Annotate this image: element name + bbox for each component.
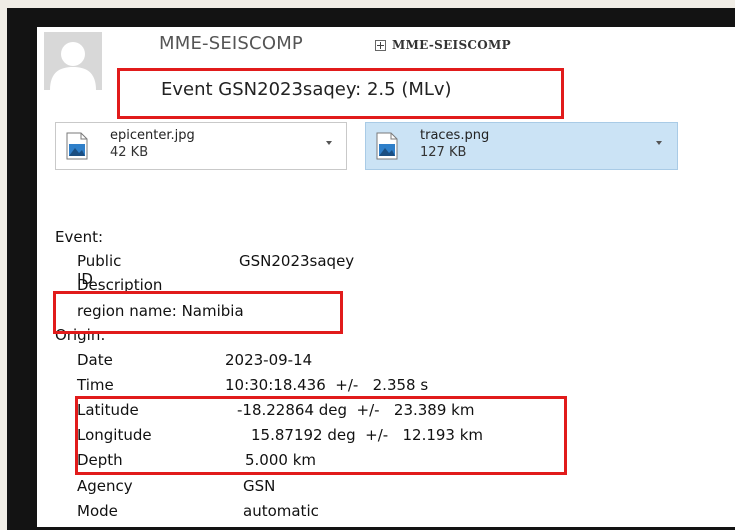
latitude-value: -18.22864 deg +/- 23.389 km <box>237 401 475 419</box>
depth-value: 5.000 km <box>245 451 317 469</box>
expand-plus-icon[interactable] <box>375 39 386 51</box>
region-line: region name: Namibia <box>77 302 244 320</box>
mode-value: automatic <box>243 502 319 520</box>
sender-name[interactable]: MME-SEISCOMP <box>159 33 303 54</box>
image-file-icon <box>66 132 88 160</box>
time-label: Time <box>77 376 114 394</box>
date-value: 2023-09-14 <box>225 351 313 369</box>
sender-avatar-icon[interactable] <box>44 32 102 90</box>
origin-heading: Origin: <box>55 326 106 344</box>
depth-label: Depth <box>77 451 123 469</box>
longitude-value: 15.87192 deg +/- 12.193 km <box>251 426 484 444</box>
longitude-label: Longitude <box>77 426 152 444</box>
image-file-icon <box>376 132 398 160</box>
public-id-value: GSN2023saqey <box>239 252 355 270</box>
description-label: Description <box>77 276 163 294</box>
email-subject: Event GSN2023saqey: 2.5 (MLv) <box>161 79 452 100</box>
agency-label: Agency <box>77 477 133 495</box>
event-heading: Event: <box>55 228 104 246</box>
recipient-name[interactable]: MME-SEISCOMP <box>392 38 511 52</box>
agency-value: GSN <box>243 477 276 495</box>
mode-label: Mode <box>77 502 118 520</box>
attachment-size: 42 KB <box>110 145 149 160</box>
email-reading-pane: MME-SEISCOMP MME-SEISCOMP Event GSN2023s… <box>37 27 735 527</box>
page-margin-left <box>0 0 7 530</box>
page-margin-top <box>0 0 735 8</box>
attachment-size: 127 KB <box>420 145 467 160</box>
attachment-traces[interactable]: traces.png 127 KB <box>365 122 678 170</box>
attachment-epicenter[interactable]: epicenter.jpg 42 KB <box>55 122 347 170</box>
date-label: Date <box>77 351 113 369</box>
attachment-name: epicenter.jpg <box>110 128 195 143</box>
latitude-label: Latitude <box>77 401 139 419</box>
chevron-down-icon[interactable] <box>326 141 332 145</box>
attachment-name: traces.png <box>420 128 490 143</box>
screenshot-frame: MME-SEISCOMP MME-SEISCOMP Event GSN2023s… <box>7 8 735 530</box>
chevron-down-icon[interactable] <box>656 141 662 145</box>
recipient[interactable]: MME-SEISCOMP <box>375 38 511 52</box>
time-value: 10:30:18.436 +/- 2.358 s <box>225 376 429 394</box>
